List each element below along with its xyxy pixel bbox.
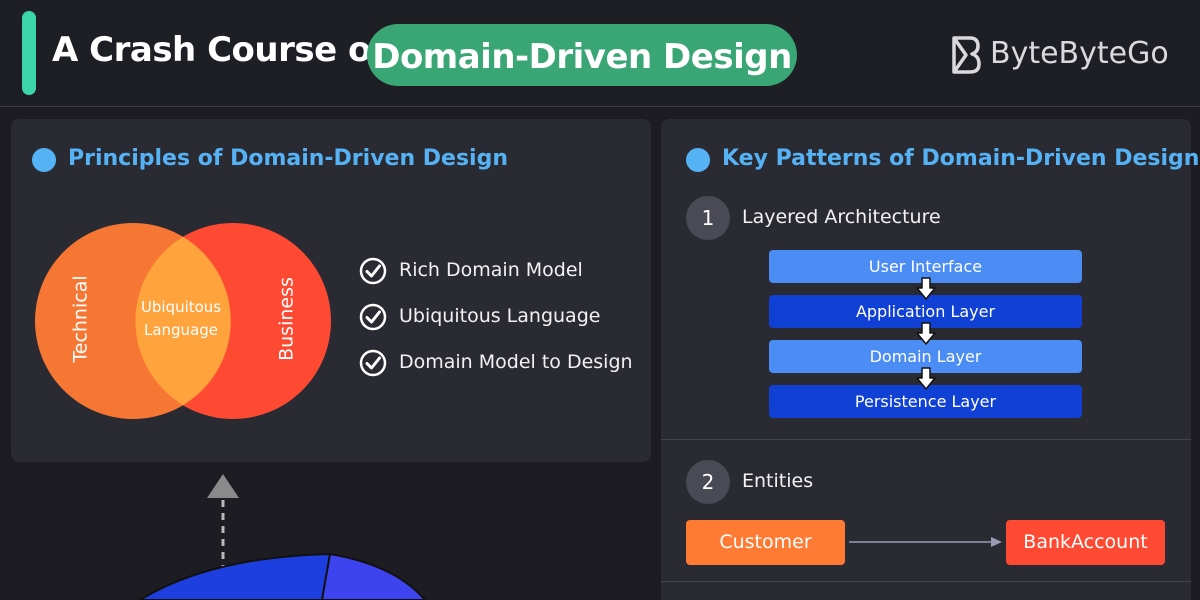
section-label-layered-architecture: Layered Architecture bbox=[742, 206, 941, 228]
principle-item-label: Ubiquitous Language bbox=[399, 305, 601, 327]
bytebytego-logo-icon bbox=[952, 36, 981, 74]
section-divider bbox=[661, 439, 1191, 440]
title-highlight-pill: Domain-Driven Design bbox=[367, 24, 797, 86]
check-circle-icon bbox=[359, 349, 387, 377]
principle-item-label: Domain Model to Design bbox=[399, 351, 633, 373]
principles-panel: Principles of Domain-Driven Design Techn… bbox=[11, 119, 651, 462]
accent-bar bbox=[22, 11, 36, 95]
bullet-dot-icon bbox=[686, 148, 710, 172]
venn-right-label: Business bbox=[276, 277, 298, 361]
title-highlight: Domain-Driven Design bbox=[372, 37, 792, 77]
bottom-diagram-fragment bbox=[138, 474, 427, 600]
venn-left-label: Technical bbox=[70, 275, 92, 363]
section-label-entities: Entities bbox=[742, 470, 814, 492]
relation-arrow-icon bbox=[849, 537, 1002, 547]
arrow-down-icon bbox=[916, 367, 936, 390]
brand-name: ByteByteGo bbox=[990, 36, 1169, 71]
arrow-up-icon bbox=[207, 474, 239, 498]
entity-bankaccount: BankAccount bbox=[1006, 520, 1165, 565]
principles-title: Principles of Domain-Driven Design bbox=[68, 146, 509, 171]
venn-center-line2: Language bbox=[144, 321, 218, 339]
check-circle-icon bbox=[359, 257, 387, 285]
entity-customer: Customer bbox=[686, 520, 845, 565]
title-prefix: A Crash Course on bbox=[52, 30, 395, 70]
patterns-title: Key Patterns of Domain-Driven Design bbox=[722, 146, 1200, 171]
section-divider bbox=[661, 581, 1191, 582]
arrow-down-icon bbox=[916, 277, 936, 300]
brand-logo: ByteByteGo bbox=[948, 34, 1178, 78]
bullet-dot-icon bbox=[32, 148, 56, 172]
arrow-down-icon bbox=[916, 322, 936, 345]
venn-diagram: Technical Business Ubiquitous Language bbox=[35, 223, 331, 419]
venn-center-line1: Ubiquitous bbox=[141, 298, 221, 316]
patterns-panel: Key Patterns of Domain-Driven Design 1 L… bbox=[661, 119, 1199, 600]
section-number-badge: 2 bbox=[686, 460, 730, 504]
header-bar: A Crash Course on Domain-Driven Design B… bbox=[0, 0, 1200, 107]
check-circle-icon bbox=[359, 303, 387, 331]
principle-item-label: Rich Domain Model bbox=[399, 259, 583, 281]
section-number-badge: 1 bbox=[686, 196, 730, 240]
